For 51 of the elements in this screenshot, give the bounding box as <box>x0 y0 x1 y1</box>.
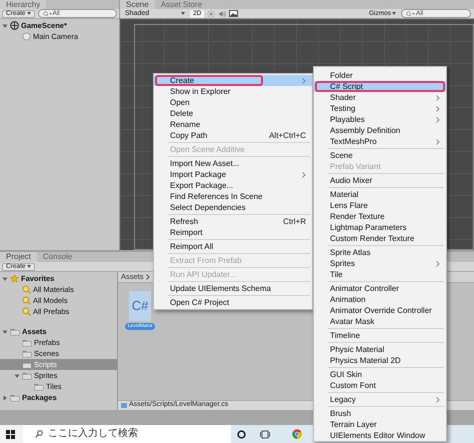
menu-item[interactable]: Rename <box>154 119 312 130</box>
menu-item[interactable]: Shader <box>314 92 446 103</box>
menu-item[interactable]: Reimport All <box>154 241 312 252</box>
menu-item[interactable]: Delete <box>154 108 312 119</box>
menu-item[interactable]: Avatar Mask <box>314 316 446 327</box>
menu-item[interactable]: Custom Font <box>314 380 446 391</box>
hierarchy-tab[interactable]: Hierarchy <box>0 0 46 9</box>
menu-item[interactable]: Folder <box>314 70 446 81</box>
taskbar-search-field[interactable]: ここに入力して検索 <box>23 425 231 443</box>
menu-item[interactable]: Lightmap Parameters <box>314 222 446 233</box>
menu-item[interactable]: Audio Mixer <box>314 175 446 186</box>
menu-item[interactable]: Export Package... <box>154 180 312 191</box>
menu-item[interactable]: Custom Render Texture <box>314 233 446 244</box>
menu-item[interactable]: TextMeshPro <box>314 136 446 147</box>
menu-item[interactable]: Physics Material 2D <box>314 355 446 366</box>
menu-item[interactable]: Animator Override Controller <box>314 305 446 316</box>
menu-item[interactable]: Select Dependencies <box>154 202 312 213</box>
menu-item[interactable]: Update UIElements Schema <box>154 283 312 294</box>
menu-item[interactable]: Animation <box>314 294 446 305</box>
tab[interactable]: Project <box>0 252 37 262</box>
menu-item[interactable]: GUI Skin <box>314 369 446 380</box>
shortcut-label: Alt+Ctrl+C <box>269 130 306 141</box>
menu-item[interactable]: Timeline <box>314 330 446 341</box>
menu-item[interactable]: Material <box>314 189 446 200</box>
menu-item[interactable]: Reimport <box>154 227 312 238</box>
menu-item[interactable]: Tile <box>314 269 446 280</box>
menu-item[interactable]: Scene <box>314 150 446 161</box>
menu-item[interactable]: Refresh Ctrl+R <box>154 216 312 227</box>
menu-item[interactable]: Open C# Project <box>154 297 312 308</box>
menu-item[interactable]: Render Texture <box>314 211 446 222</box>
menu-item[interactable]: Sprites <box>314 258 446 269</box>
menu-item[interactable]: Lens Flare <box>314 200 446 211</box>
menu-item[interactable]: Terrain Layer <box>314 419 446 430</box>
shortcut-label: Ctrl+R <box>283 216 306 227</box>
menu-item[interactable]: C# Script <box>314 81 446 92</box>
menu-item[interactable]: Find References In Scene <box>154 191 312 202</box>
menu-item[interactable]: Animator Controller <box>314 283 446 294</box>
menu-item[interactable]: Create <box>154 75 312 86</box>
menu-item[interactable]: Physic Material <box>314 344 446 355</box>
menu-item[interactable]: Assembly Definition <box>314 125 446 136</box>
menu-item[interactable]: Show in Explorer <box>154 86 312 97</box>
menu-item[interactable]: Legacy <box>314 394 446 405</box>
search-placeholder: ここに入力して検索 <box>48 428 138 440</box>
menu-item[interactable]: Copy Path Alt+Ctrl+C <box>154 130 312 141</box>
menu-item[interactable]: Open <box>154 97 312 108</box>
menu-item[interactable]: Import New Asset... <box>154 158 312 169</box>
menu-item[interactable]: Playables <box>314 114 446 125</box>
tab[interactable]: Scene <box>120 0 155 9</box>
menu-item[interactable]: Sprite Atlas <box>314 247 446 258</box>
menu-item[interactable]: Testing <box>314 103 446 114</box>
menu-item[interactable]: Import Package <box>154 169 312 180</box>
